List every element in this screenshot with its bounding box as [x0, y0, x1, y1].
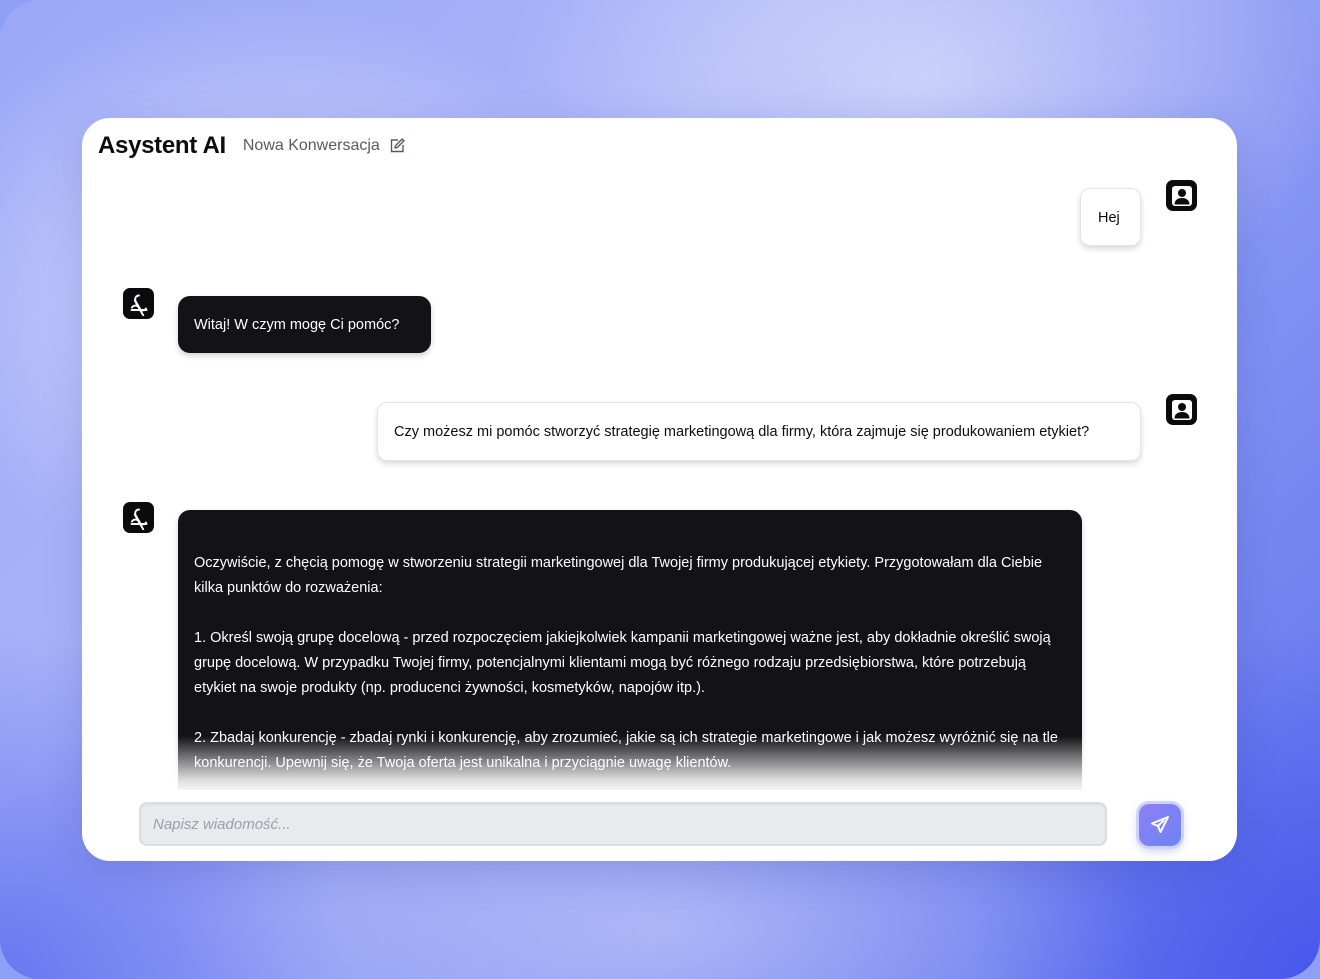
app-title: Asystent AI — [98, 132, 226, 159]
chat-window: Asystent AI Nowa Konwersacja Hej Witaj! … — [82, 118, 1237, 861]
edit-icon[interactable] — [389, 138, 405, 154]
ai-logo-icon — [130, 508, 147, 530]
user-avatar — [1166, 180, 1197, 211]
user-icon — [1171, 399, 1192, 420]
chat-header: Asystent AI Nowa Konwersacja — [98, 132, 405, 160]
message-input-box[interactable] — [139, 802, 1107, 846]
user-message: Hej — [1080, 188, 1141, 246]
conversation-title[interactable]: Nowa Konwersacja — [243, 137, 380, 155]
message-input[interactable] — [141, 804, 1105, 844]
assistant-message: Witaj! W czym mogę Ci pomóc? — [178, 296, 431, 353]
user-avatar — [1166, 394, 1197, 425]
message-text: Hej — [1098, 210, 1120, 226]
message-text: Czy możesz mi pomóc stworzyć strategię m… — [394, 424, 1090, 440]
ai-logo-icon — [130, 294, 147, 316]
user-icon — [1171, 185, 1192, 206]
send-button[interactable] — [1139, 804, 1181, 846]
scroll-fade — [82, 736, 1237, 790]
message-text: Witaj! W czym mogę Ci pomóc? — [194, 317, 400, 333]
assistant-avatar — [123, 288, 154, 319]
send-icon — [1151, 816, 1169, 833]
background: Asystent AI Nowa Konwersacja Hej Witaj! … — [0, 0, 1320, 979]
user-message: Czy możesz mi pomóc stworzyć strategię m… — [377, 402, 1141, 461]
message-list[interactable]: Hej Witaj! W czym mogę Ci pomóc? Czy moż… — [82, 176, 1237, 790]
assistant-avatar — [123, 502, 154, 533]
